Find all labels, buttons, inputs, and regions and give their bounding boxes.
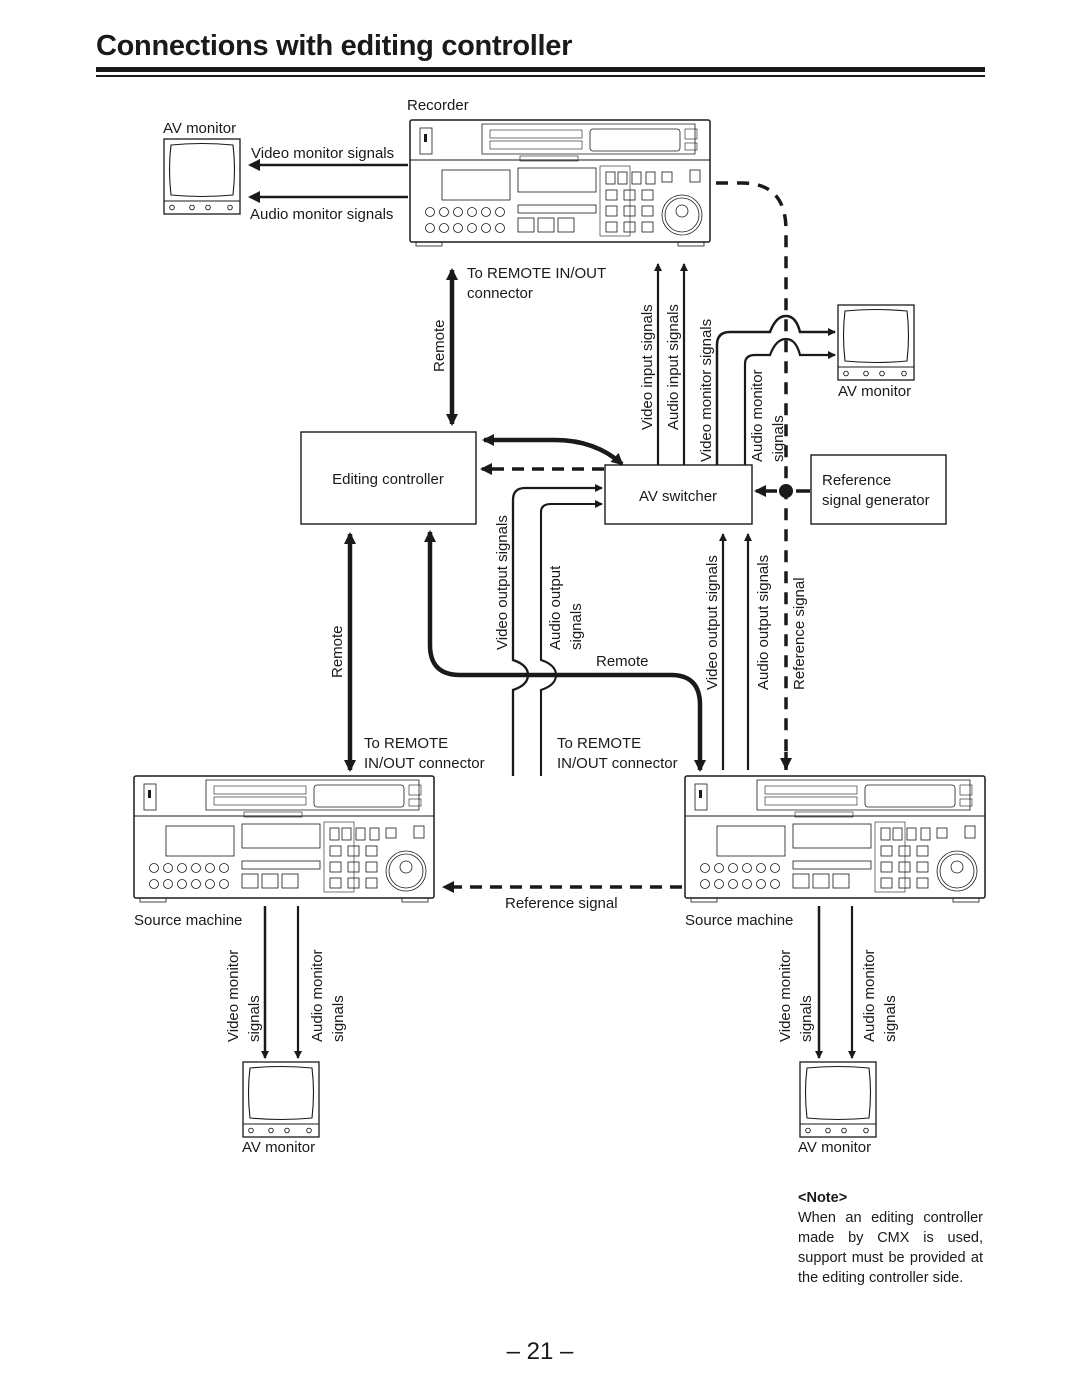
reference-signal-horizontal-label: Reference signal — [505, 895, 618, 912]
recorder-audio-monitor-label: Audio monitor signals — [250, 206, 393, 223]
switcher-audio-monitor-label-line1: Audio monitor — [749, 369, 766, 462]
left-src-audio-monitor-label-line2: signals — [330, 995, 347, 1042]
av-monitor-switcher-icon — [837, 304, 915, 381]
av-switcher-label: AV switcher — [639, 488, 717, 505]
right-src-audio-monitor-label-line1: Audio monitor — [861, 949, 878, 1042]
reference-generator-label-line1: Reference — [822, 472, 891, 489]
recorder-label: Recorder — [407, 97, 469, 114]
source-machine-right-label: Source machine — [685, 912, 793, 929]
right-audio-output-label: Audio output signals — [755, 555, 772, 690]
av-monitor-source-right-icon — [799, 1061, 877, 1138]
editing-controller-label: Editing controller — [332, 471, 444, 488]
left-src-video-monitor-label-line2: signals — [246, 995, 263, 1042]
left-connector-label-line1: To REMOTE — [364, 735, 448, 752]
recorder-remote-label: Remote — [431, 319, 448, 372]
audio-input-signals-label: Audio input signals — [665, 304, 682, 430]
left-src-audio-monitor-label-line1: Audio monitor — [309, 949, 326, 1042]
left-video-output-label: Video output signals — [494, 515, 511, 650]
right-src-video-monitor-label-line1: Video monitor — [777, 950, 794, 1042]
right-src-video-monitor-label-line2: signals — [798, 995, 815, 1042]
switcher-video-monitor-label: Video monitor signals — [698, 319, 715, 462]
reference-signal-vertical-label: Reference signal — [791, 577, 808, 690]
reference-generator-label-line2: signal generator — [822, 492, 930, 509]
recorder-vtr-icon — [409, 119, 711, 247]
recorder-video-monitor-label: Video monitor signals — [251, 145, 394, 162]
left-connector-label-line2: IN/OUT connector — [364, 755, 485, 772]
reference-junction-dot — [779, 484, 793, 498]
controller-switcher-control-arrow — [482, 434, 624, 466]
right-video-output-label: Video output signals — [704, 555, 721, 690]
left-audio-output-label-line1: Audio output — [547, 565, 564, 650]
left-remote-label: Remote — [329, 625, 346, 678]
av-monitor-source-right-label: AV monitor — [798, 1139, 871, 1156]
source-machine-left-vtr-icon — [133, 775, 435, 903]
recorder-connector-label-line1: To REMOTE IN/OUT — [467, 265, 606, 282]
page-number: – 21 – — [506, 1338, 574, 1365]
note-title: <Note> — [798, 1190, 848, 1206]
right-connector-label-line2: IN/OUT connector — [557, 755, 678, 772]
av-monitor-source-left-label: AV monitor — [242, 1139, 315, 1156]
note-block: <Note> When an editing controller made b… — [798, 1188, 983, 1288]
left-audio-output-label-line2: signals — [568, 603, 585, 650]
reference-signal-generator-box — [810, 454, 947, 525]
source-machine-right-vtr-icon — [684, 775, 986, 903]
right-remote-label: Remote — [596, 653, 649, 670]
video-input-signals-label: Video input signals — [639, 304, 656, 430]
right-src-audio-monitor-label-line2: signals — [882, 995, 899, 1042]
note-text: When an editing controller made by CMX i… — [798, 1210, 983, 1286]
av-monitor-recorder-icon — [163, 138, 241, 215]
source-machine-left-label: Source machine — [134, 912, 242, 929]
left-src-video-monitor-label-line1: Video monitor — [225, 950, 242, 1042]
av-monitor-switcher-label: AV monitor — [838, 383, 911, 400]
right-connector-label-line1: To REMOTE — [557, 735, 641, 752]
av-monitor-recorder-label: AV monitor — [163, 120, 236, 137]
av-monitor-source-left-icon — [242, 1061, 320, 1138]
recorder-connector-label-line2: connector — [467, 285, 533, 302]
